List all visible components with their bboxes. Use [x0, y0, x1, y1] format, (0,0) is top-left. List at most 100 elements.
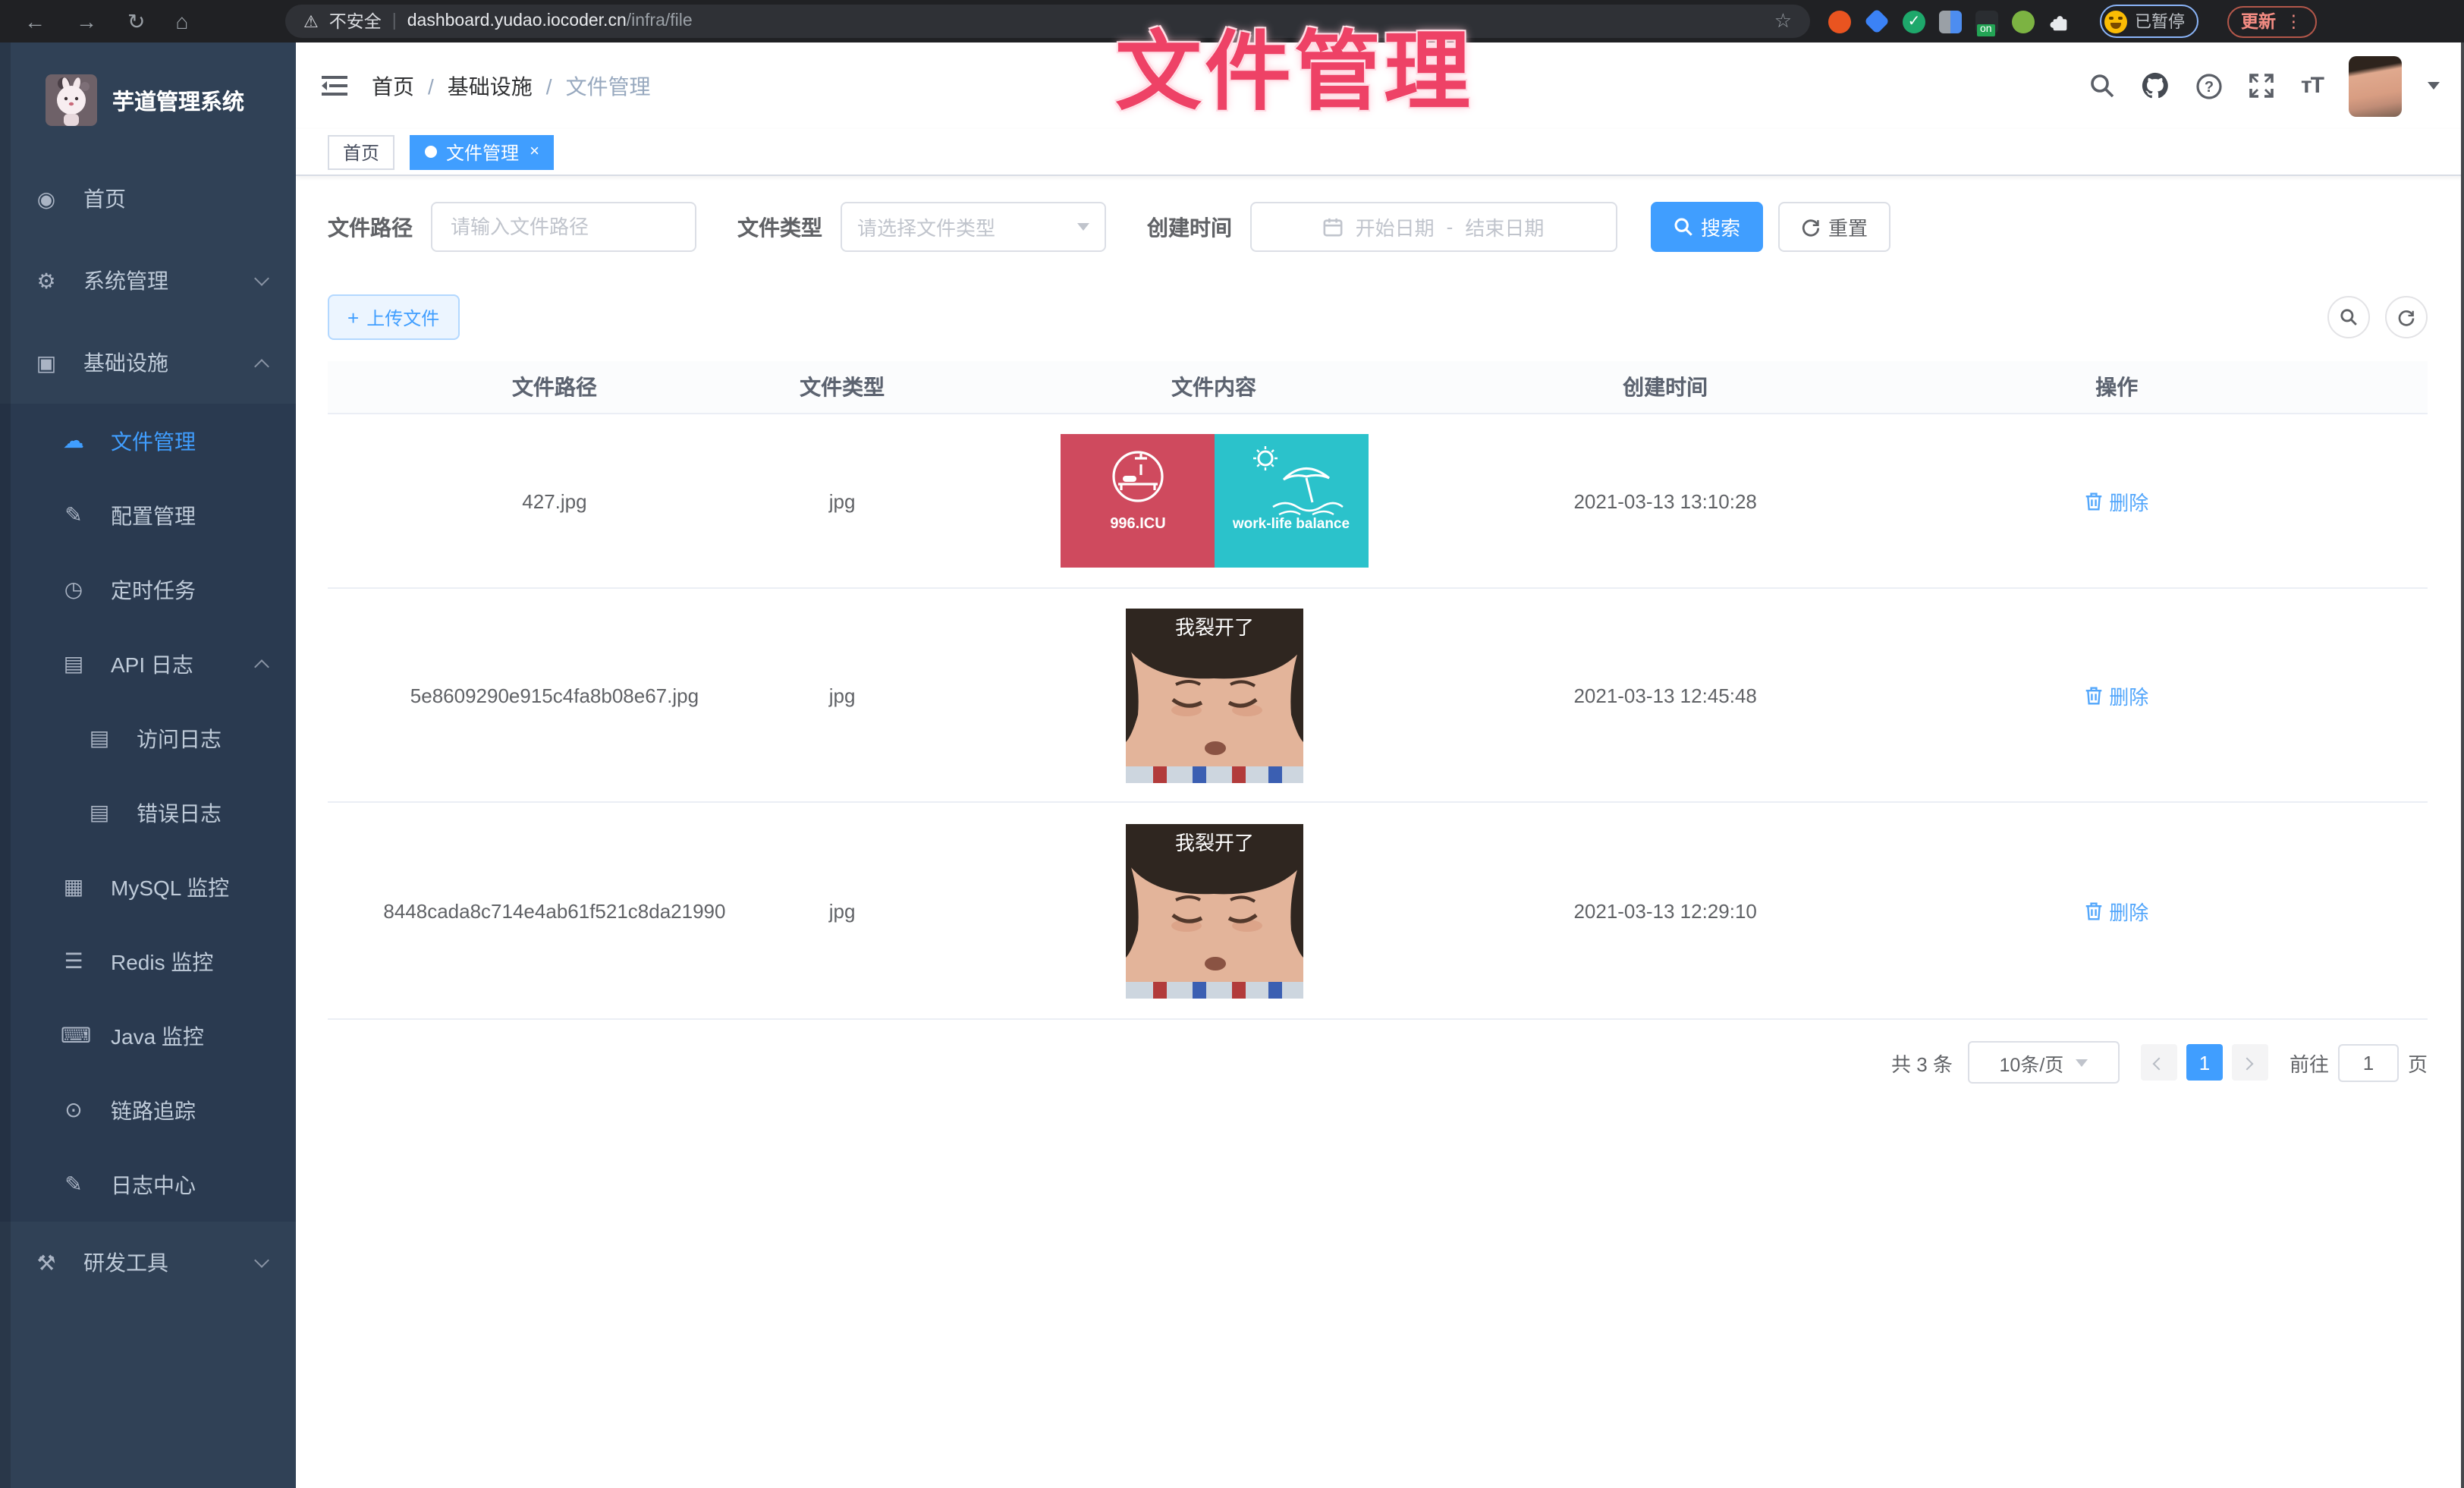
sidebar-item-label: 错误日志: [137, 797, 222, 828]
menu-dots-icon[interactable]: ⋮: [2285, 11, 2302, 32]
sidebar-item-scheduled-tasks[interactable]: ◷ 定时任务: [0, 552, 296, 627]
file-type-cell: jpg: [781, 489, 904, 512]
toggle-search-button[interactable]: [2327, 296, 2370, 338]
refresh-table-button[interactable]: [2385, 296, 2428, 338]
forward-icon[interactable]: →: [76, 11, 97, 32]
prev-page-button[interactable]: [2141, 1044, 2177, 1081]
sidebar-item-system[interactable]: ⚙ 系统管理: [0, 240, 296, 322]
delete-label: 删除: [2109, 681, 2148, 709]
error-log-icon: ▤: [86, 800, 112, 826]
sidebar-item-api-log[interactable]: ▤ API 日志: [0, 627, 296, 701]
trash-icon: [2085, 901, 2103, 920]
sidebar-item-java-monitor[interactable]: ⌨ Java 监控: [0, 999, 296, 1073]
sidebar-item-error-log[interactable]: ▤ 错误日志: [0, 775, 296, 850]
sidebar-item-trace[interactable]: ⊙ 链路追踪: [0, 1073, 296, 1147]
sidebar-submenu-infrastructure: ☁ 文件管理 ✎ 配置管理 ◷ 定时任务 ▤ API 日志: [0, 404, 296, 1222]
user-avatar[interactable]: [2349, 55, 2402, 116]
profile-status-label: 已暂停: [2135, 9, 2185, 33]
refresh-icon: [1801, 217, 1821, 237]
upload-file-button[interactable]: + 上传文件: [328, 294, 459, 340]
page-size-select[interactable]: 10条/页: [1968, 1041, 2120, 1084]
plus-icon: +: [347, 307, 359, 327]
svg-text:?: ?: [2205, 78, 2214, 95]
font-size-icon[interactable]: тT: [2301, 73, 2323, 99]
back-icon[interactable]: ←: [24, 11, 46, 32]
user-menu-caret-icon[interactable]: [2428, 82, 2440, 90]
ubuntu-extension-icon[interactable]: [1828, 10, 1851, 33]
search-icon[interactable]: [2090, 73, 2116, 99]
sidebar-item-config[interactable]: ✎ 配置管理: [0, 478, 296, 552]
sidebar-item-infrastructure[interactable]: ▣ 基础设施: [0, 322, 296, 404]
url-text[interactable]: dashboard.yudao.iocoder.cn/infra/file: [407, 12, 693, 30]
breadcrumb: 首页 / 基础设施 / 文件管理: [372, 71, 651, 101]
check-extension-icon[interactable]: ✓: [1903, 10, 1925, 33]
app-logo: [46, 74, 97, 126]
delete-button[interactable]: 删除: [2085, 486, 2148, 515]
current-page-button[interactable]: 1: [2186, 1044, 2223, 1081]
file-type-select[interactable]: 请选择文件类型: [841, 202, 1106, 252]
reset-button[interactable]: 重置: [1778, 202, 1890, 252]
toolbar-mini-buttons: [2327, 296, 2428, 338]
leaf-extension-icon[interactable]: [2012, 10, 2035, 33]
sidebar-item-access-log[interactable]: ▤ 访问日志: [0, 701, 296, 775]
breadcrumb-infrastructure[interactable]: 基础设施: [448, 71, 533, 101]
tab-home[interactable]: 首页: [328, 134, 394, 169]
reload-icon[interactable]: ↻: [127, 11, 145, 32]
sidebar-item-file-management[interactable]: ☁ 文件管理: [0, 404, 296, 478]
column-header-content: 文件内容: [903, 372, 1524, 402]
search-button[interactable]: 搜索: [1651, 202, 1763, 252]
create-time-label: 创建时间: [1147, 212, 1232, 242]
address-separator: |: [392, 12, 397, 30]
fullscreen-icon[interactable]: [2249, 73, 2275, 99]
goto-page-input[interactable]: [2338, 1043, 2399, 1081]
github-icon[interactable]: [2142, 71, 2170, 100]
chevron-down-icon: [255, 274, 269, 288]
sidebar-item-label: MySQL 监控: [111, 872, 229, 902]
update-label: 更新: [2241, 9, 2276, 33]
next-page-button[interactable]: [2232, 1044, 2268, 1081]
svg-text:work-life balance: work-life balance: [1231, 516, 1349, 532]
sidebar-item-redis-monitor[interactable]: ☰ Redis 监控: [0, 924, 296, 999]
file-type-placeholder: 请选择文件类型: [857, 212, 995, 241]
bookmark-star-icon[interactable]: ☆: [1774, 9, 1792, 33]
search-icon: [1674, 217, 1693, 237]
file-table: 文件路径 文件类型 文件内容 创建时间 操作 427.jpg jpg: [328, 361, 2428, 1020]
table-row: 8448cada8c714e4ab61f521c8da21990 jpg: [328, 803, 2428, 1020]
switch-extension-icon[interactable]: on: [1975, 10, 1998, 33]
meme-baby-image[interactable]: 我裂开了: [1125, 608, 1303, 782]
help-icon[interactable]: ?: [2196, 72, 2224, 99]
gear-icon: ⚙: [33, 268, 59, 294]
meme-baby-image[interactable]: 我裂开了: [1125, 823, 1303, 998]
puzzle-extensions-icon[interactable]: [2048, 10, 2071, 33]
browser-update-button[interactable]: 更新 ⋮: [2227, 5, 2316, 37]
breadcrumb-separator: /: [428, 74, 434, 98]
page-unit-label: 页: [2408, 1048, 2428, 1077]
sidebar-item-devtools[interactable]: ⚒ 研发工具: [0, 1222, 296, 1304]
sidebar-item-log-center[interactable]: ✎ 日志中心: [0, 1147, 296, 1222]
address-bar[interactable]: ⚠ 不安全 | dashboard.yudao.iocoder.cn/infra…: [285, 5, 1810, 38]
chevron-up-icon: [255, 657, 269, 671]
created-time-cell: 2021-03-13 12:29:10: [1525, 899, 1806, 922]
file-type-label: 文件类型: [737, 212, 822, 242]
infrastructure-icon: ▣: [33, 350, 59, 376]
sidebar-item-mysql-monitor[interactable]: ▦ MySQL 监控: [0, 850, 296, 924]
banner-996icu-image[interactable]: 996.ICU work-life balance: [1060, 434, 1368, 568]
gem-extension-icon[interactable]: [1864, 8, 1890, 34]
tab-file-management[interactable]: 文件管理 ×: [410, 134, 555, 169]
delete-button[interactable]: 删除: [2085, 681, 2148, 709]
close-icon[interactable]: ×: [530, 143, 539, 160]
breadcrumb-home[interactable]: 首页: [372, 71, 414, 101]
security-label[interactable]: 不安全: [329, 9, 382, 33]
delete-button[interactable]: 删除: [2085, 896, 2148, 925]
collapse-sidebar-icon[interactable]: [322, 74, 347, 97]
date-range-picker[interactable]: 开始日期 - 结束日期: [1250, 202, 1617, 252]
browser-profile-chip[interactable]: 已暂停: [2100, 5, 2198, 38]
sidebar-item-home[interactable]: ◉ 首页: [0, 158, 296, 240]
trash-icon: [2085, 491, 2103, 511]
home-icon[interactable]: ⌂: [175, 11, 188, 32]
file-path-input[interactable]: [448, 214, 680, 240]
column-header-created: 创建时间: [1525, 372, 1806, 402]
sidebar-item-label: 研发工具: [83, 1247, 168, 1278]
sidebar-logo-row[interactable]: 芋道管理系统: [0, 42, 296, 158]
grid-extension-icon[interactable]: [1939, 10, 1962, 33]
